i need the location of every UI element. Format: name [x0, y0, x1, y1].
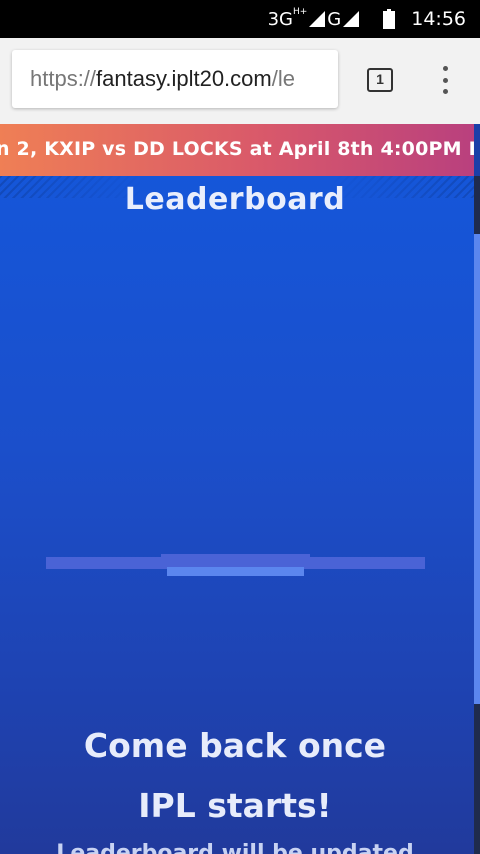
match-ticker: n 2, KXIP vs DD LOCKS at April 8th 4:00P…	[0, 124, 474, 176]
battery-icon	[383, 9, 396, 29]
browser-toolbar: https://fantasy.iplt20.com/le 1	[0, 38, 480, 124]
scrollbar[interactable]	[474, 176, 480, 854]
come-back-message: Come back once IPL starts!	[0, 716, 470, 836]
network-type-2: G	[327, 8, 342, 30]
network-type: 3G	[267, 8, 293, 30]
update-note: Leaderboard will be updated	[56, 841, 414, 854]
message-line-1: Come back once	[83, 726, 387, 765]
clock: 14:56	[411, 8, 466, 30]
overflow-menu-icon[interactable]	[438, 66, 452, 94]
url-scheme: https://	[30, 66, 97, 91]
scrollbar-thumb[interactable]	[474, 234, 480, 704]
signal-icon	[309, 11, 326, 27]
podium-illustration: 1 2	[46, 554, 425, 576]
url-bar[interactable]: https://fantasy.iplt20.com/le	[12, 50, 338, 108]
network-sup: H+	[292, 7, 308, 17]
status-bar: 3G H+ G 14:56	[0, 0, 480, 38]
ticker-text: n 2, KXIP vs DD LOCKS at April 8th 4:00P…	[0, 138, 474, 160]
message-line-2: IPL starts!	[138, 786, 332, 825]
url-domain: fantasy.iplt20.com	[96, 66, 272, 91]
signal-icon-2	[343, 11, 360, 27]
network-indicator: 3G H+ G	[267, 7, 362, 30]
tab-switcher-button[interactable]: 1	[367, 68, 393, 92]
url-path: /le	[271, 66, 295, 91]
page-title: Leaderboard	[124, 182, 346, 217]
leaderboard-page: Leaderboard 1	[0, 176, 474, 854]
